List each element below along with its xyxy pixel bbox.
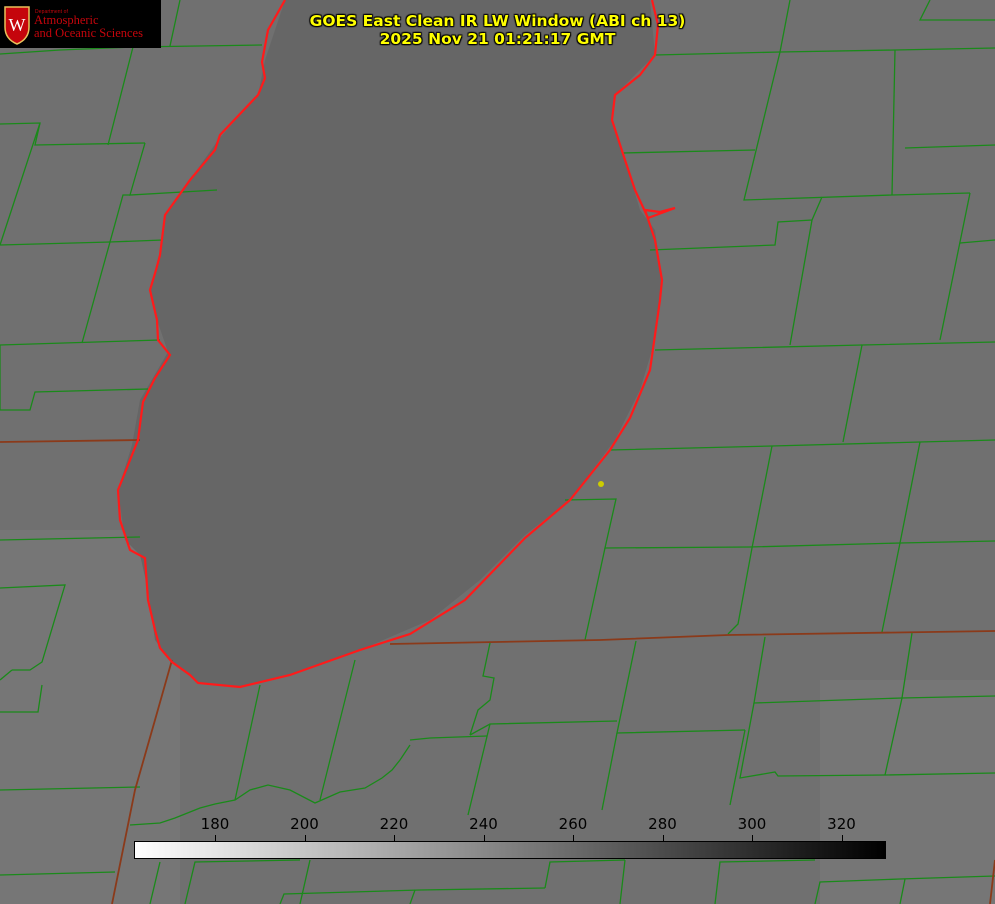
image-title: GOES East Clean IR LW Window (ABI ch 13)… <box>250 12 745 48</box>
colorbar-tick-mark <box>841 835 843 841</box>
colorbar-tick-mark <box>662 835 664 841</box>
logo-line-2: and Oceanic Sciences <box>34 26 143 40</box>
satellite-map[interactable] <box>0 0 995 904</box>
title-timestamp: 2025 Nov 21 01:21:17 GMT <box>379 30 616 48</box>
title-product: GOES East Clean IR LW Window (ABI ch 13) <box>309 12 686 30</box>
colorbar-tick-mark <box>394 835 395 841</box>
colorbar-tick-mark <box>483 835 485 841</box>
uw-aos-logo: W Department of Atmospheric and Oceanic … <box>0 0 161 48</box>
colorbar-tick-label: 220 <box>379 815 409 833</box>
colorbar-tick-label: 200 <box>290 815 319 833</box>
colorbar-tick-label: 320 <box>827 815 856 833</box>
colorbar-tick-mark <box>215 835 216 841</box>
colorbar-tick-label: 180 <box>200 815 230 833</box>
colorbar-tick-mark <box>752 835 753 841</box>
colorbar-tick-mark <box>304 835 306 841</box>
colorbar-tick-labels: 180 200 220 240 260 280 300 320 <box>0 815 995 835</box>
svg-text:W: W <box>9 15 26 35</box>
temperature-colorbar <box>134 841 886 859</box>
site-marker <box>598 481 604 487</box>
colorbar-tick-label: 280 <box>648 815 677 833</box>
colorbar-tick-label: 260 <box>558 815 588 833</box>
colorbar-tick-mark <box>573 835 574 841</box>
colorbar-tick-label: 240 <box>469 815 498 833</box>
uw-crest-icon: W <box>4 6 30 45</box>
colorbar-tick-label: 300 <box>737 815 767 833</box>
